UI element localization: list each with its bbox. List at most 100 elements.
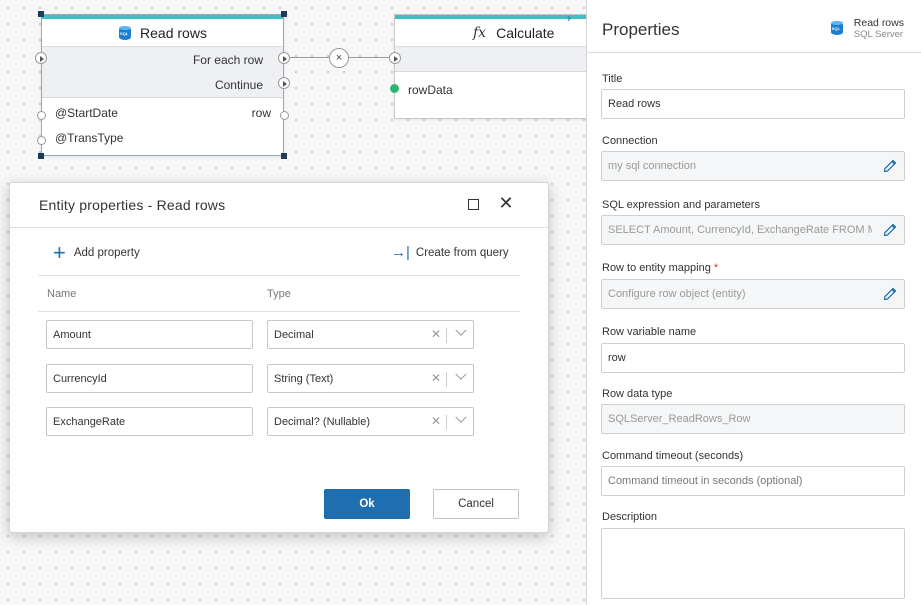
node-header: fx Calculate [395, 19, 586, 47]
ok-button[interactable]: Ok [324, 489, 410, 519]
context-subtitle: SQL Server [853, 29, 904, 40]
select-separator [446, 328, 447, 343]
sql-label: SQL expression and parameters [602, 199, 760, 211]
connection-value: my sql connection [608, 160, 697, 172]
pencil-icon[interactable] [882, 222, 898, 238]
property-name-input[interactable]: Amount [46, 320, 253, 349]
row-data-type-field: SQLServer_ReadRows_Row [601, 404, 905, 434]
selection-handle[interactable] [281, 11, 287, 17]
node-title: Read rows [140, 24, 207, 41]
mapping-label: Row to entity mapping * [602, 262, 718, 274]
entity-properties-dialog: Entity properties - Read rows ✕ + Add pr… [9, 182, 549, 533]
workflow-canvas[interactable]: SQL Read rows For each row Continue @Sta… [0, 0, 586, 605]
column-header-name: Name [47, 288, 77, 300]
delete-connection-button[interactable]: × [329, 48, 349, 68]
description-textarea[interactable] [601, 528, 905, 599]
start-date-port[interactable] [37, 111, 46, 120]
maximize-icon[interactable] [468, 199, 479, 210]
function-icon: fx [473, 24, 487, 41]
chevron-down-icon[interactable] [455, 324, 467, 336]
continue-port[interactable] [278, 77, 290, 89]
import-arrow-icon: →| [391, 244, 410, 261]
toolbar-divider [38, 275, 520, 276]
calculate-input-port[interactable] [389, 52, 401, 64]
selection-handle[interactable] [38, 11, 44, 17]
type-value: Decimal [274, 328, 314, 341]
for-each-row-port[interactable] [278, 52, 290, 64]
properties-panel: Properties SQL Read rows SQL Server Titl… [586, 0, 921, 605]
plus-icon: + [53, 240, 66, 265]
input-row-data: rowData [395, 72, 586, 108]
collapse-panel-toggle[interactable]: › [567, 11, 571, 25]
connection-label: Connection [602, 135, 658, 147]
param-row-trans-type: @TransType [42, 125, 283, 150]
clear-icon[interactable]: ✕ [431, 327, 441, 341]
row-data-port[interactable] [390, 84, 399, 93]
chevron-down-icon[interactable] [455, 411, 467, 423]
add-property-label: Add property [73, 247, 140, 259]
panel-context: SQL Read rows SQL Server [830, 17, 904, 41]
input-row-data-label: rowData [408, 83, 453, 97]
input-port[interactable] [35, 52, 47, 64]
select-separator [446, 415, 447, 430]
node-params: @StartDate row @TransType [42, 98, 283, 150]
property-type-select[interactable]: Decimal ✕ [267, 320, 474, 349]
read-rows-node[interactable]: SQL Read rows For each row Continue @Sta… [41, 14, 284, 156]
output-continue: Continue [214, 77, 263, 92]
mapping-value: Configure row object (entity) [608, 288, 746, 300]
connection-field[interactable]: my sql connection [601, 151, 905, 181]
row-data-type-label: Row data type [602, 388, 673, 400]
trans-type-port[interactable] [37, 136, 46, 145]
add-property-button[interactable]: + Add property [53, 240, 140, 265]
description-label: Description [602, 511, 658, 523]
param-trans-type: @TransType [55, 130, 124, 145]
mapping-field[interactable]: Configure row object (entity) [601, 279, 905, 309]
dialog-title: Entity properties - Read rows [39, 197, 226, 213]
pencil-icon[interactable] [882, 286, 898, 302]
clear-icon[interactable]: ✕ [431, 371, 441, 385]
column-header-type: Type [267, 288, 291, 300]
command-timeout-label: Command timeout (seconds) [602, 450, 744, 462]
type-value: String (Text) [274, 372, 334, 385]
output-for-each-row: For each row [192, 52, 263, 67]
sql-server-icon: SQL [830, 20, 844, 36]
node-header: SQL Read rows [42, 19, 283, 47]
property-name-input[interactable]: ExchangeRate [46, 407, 253, 436]
node-title: Calculate [496, 24, 555, 41]
required-marker: * [713, 262, 719, 274]
param-row-output: row [251, 105, 271, 120]
create-from-query-label: Create from query [415, 247, 509, 259]
sql-value: SELECT Amount, CurrencyId, ExchangeRate … [608, 224, 872, 236]
chevron-down-icon[interactable] [455, 368, 467, 380]
calculate-node[interactable]: fx Calculate rowData [394, 14, 586, 119]
header-divider [38, 311, 520, 312]
create-from-query-button[interactable]: →| Create from query [391, 244, 509, 261]
command-timeout-input[interactable]: Command timeout in seconds (optional) [601, 466, 905, 496]
context-text: Read rows SQL Server [854, 17, 904, 41]
panel-title: Properties [602, 20, 680, 39]
row-variable-input[interactable]: row [601, 343, 905, 373]
type-value: Decimal? (Nullable) [274, 415, 370, 428]
row-output-port[interactable] [280, 111, 289, 120]
dialog-divider [10, 227, 548, 228]
param-start-date: @StartDate [55, 105, 118, 120]
cancel-button[interactable]: Cancel [433, 489, 519, 519]
selection-handle[interactable] [38, 153, 44, 159]
panel-divider [587, 52, 921, 53]
mapping-label-text: Row to entity mapping [602, 262, 711, 274]
node-outputs [395, 47, 586, 72]
sql-field[interactable]: SELECT Amount, CurrencyId, ExchangeRate … [601, 215, 905, 245]
select-separator [446, 372, 447, 387]
context-name: Read rows [853, 17, 904, 29]
close-icon[interactable]: ✕ [498, 193, 514, 213]
pencil-icon[interactable] [882, 158, 898, 174]
clear-icon[interactable]: ✕ [431, 414, 441, 428]
property-name-input[interactable]: CurrencyId [46, 364, 253, 393]
sql-server-icon: SQL [118, 25, 132, 41]
property-type-select[interactable]: String (Text) ✕ [267, 364, 474, 393]
property-type-select[interactable]: Decimal? (Nullable) ✕ [267, 407, 474, 436]
title-input[interactable]: Read rows [601, 89, 905, 119]
param-row-start-date: @StartDate row [42, 100, 283, 125]
selection-handle[interactable] [281, 153, 287, 159]
row-variable-label: Row variable name [602, 326, 697, 338]
